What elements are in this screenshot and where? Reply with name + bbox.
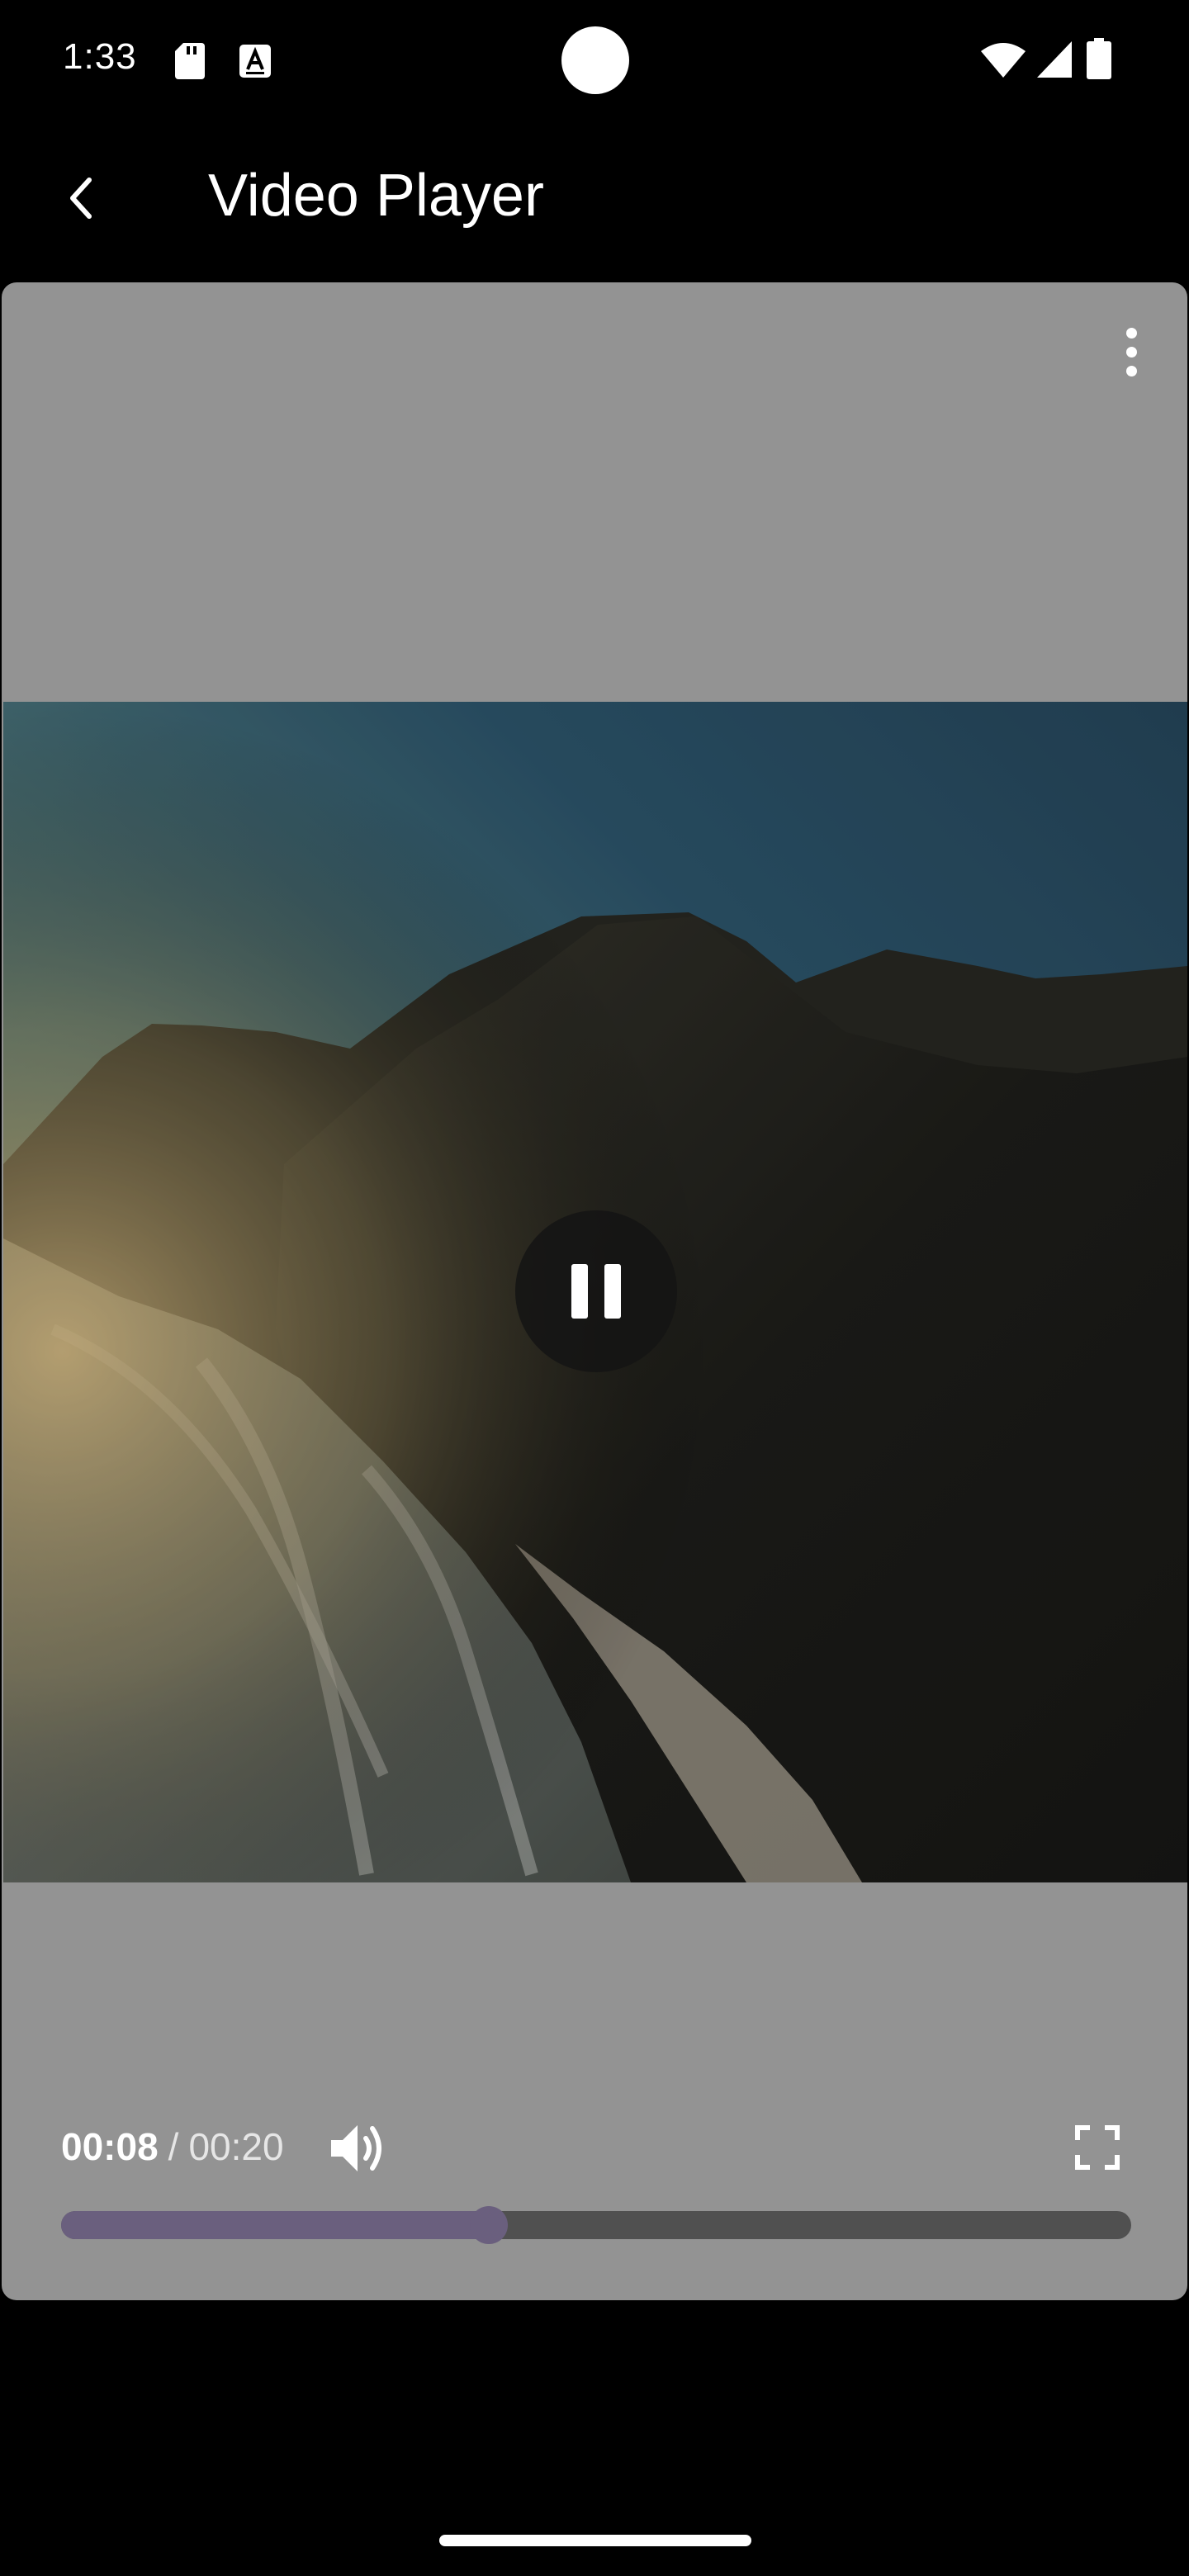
progress-fill <box>61 2211 490 2239</box>
time-separator: / <box>168 2125 179 2168</box>
video-player[interactable]: 00:08 / 00:20 <box>2 282 1187 2300</box>
volume-button[interactable] <box>325 2117 391 2183</box>
more-vertical-icon <box>1125 327 1137 339</box>
progress-bar[interactable] <box>61 2206 1131 2244</box>
sd-card-icon <box>175 43 205 83</box>
back-button[interactable] <box>45 163 117 236</box>
fullscreen-icon <box>1075 2124 1120 2174</box>
fullscreen-button[interactable] <box>1067 2119 1128 2180</box>
camera-cutout <box>561 26 629 94</box>
status-time: 1:33 <box>63 36 137 77</box>
total-duration: 00:20 <box>188 2125 284 2168</box>
battery-icon <box>1087 38 1111 83</box>
page-title: Video Player <box>208 163 544 229</box>
status-bar: 1:33 <box>0 0 1189 119</box>
home-indicator[interactable] <box>439 2535 751 2546</box>
pause-icon-bar <box>604 1264 621 1319</box>
chevron-left-icon <box>64 177 97 224</box>
app-bar: Video Player <box>0 119 1189 281</box>
pause-icon <box>571 1264 588 1319</box>
more-vertical-icon-dot <box>1125 346 1137 358</box>
signal-icon <box>1037 41 1072 82</box>
pause-button[interactable] <box>515 1210 677 1372</box>
wifi-icon <box>981 43 1026 82</box>
a-keyboard-icon <box>239 45 271 82</box>
more-options-button[interactable] <box>1106 319 1156 385</box>
progress-thumb[interactable] <box>470 2206 509 2244</box>
current-time: 00:08 <box>61 2125 159 2168</box>
time-display: 00:08 / 00:20 <box>61 2114 284 2180</box>
more-vertical-icon-dot <box>1125 365 1137 376</box>
volume-icon <box>329 2122 387 2179</box>
